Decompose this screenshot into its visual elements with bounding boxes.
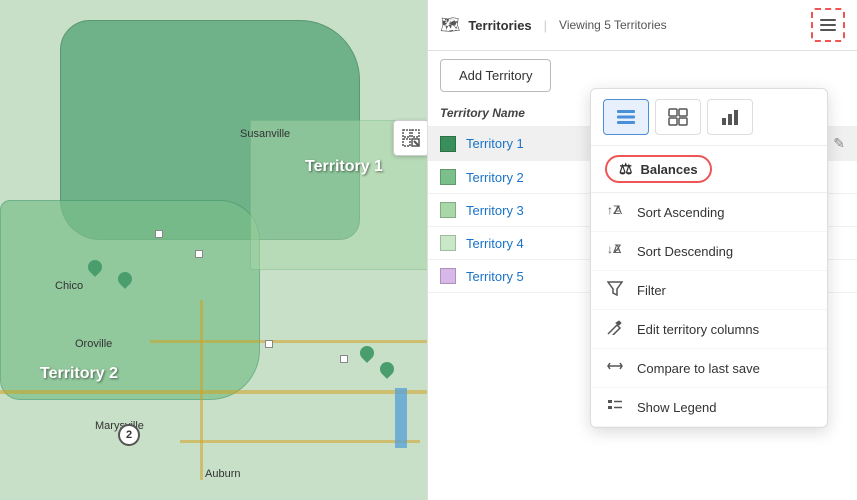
panel-tab-territories[interactable]: Territories (468, 14, 531, 37)
balances-item[interactable]: ⚖ Balances (591, 146, 827, 193)
map-pin-4 (377, 359, 397, 379)
edit-icon-1[interactable]: ✎ (833, 135, 845, 152)
balance-scale-icon: ⚖ (619, 160, 632, 178)
panel-header: 🗺 Territories | Viewing 5 Territories (428, 0, 857, 51)
filter-icon (605, 280, 625, 300)
hamburger-button[interactable] (811, 8, 845, 42)
sort-ascending-label: Sort Ascending (637, 205, 813, 220)
tab-divider: | (544, 18, 547, 33)
map-marker-4 (340, 355, 348, 363)
road-v1 (200, 300, 203, 480)
map-marker-3 (265, 340, 273, 348)
road-h3 (180, 440, 420, 443)
view-icons-row (591, 89, 827, 146)
map-marker-2 (195, 250, 203, 258)
balances-badge: ⚖ Balances (605, 155, 712, 183)
sort-asc-icon: ↑Z A (605, 202, 625, 222)
territory-color-5 (440, 268, 456, 284)
legend-label: Show Legend (637, 400, 813, 415)
territory-color-1 (440, 136, 456, 152)
svg-text:A: A (614, 203, 622, 217)
territory-region-2 (0, 200, 260, 400)
dropdown-menu: ⚖ Balances ↑Z A Sort Ascending ↓A Z Sort… (590, 88, 828, 428)
territory-color-3 (440, 202, 456, 218)
grid-view-button[interactable] (655, 99, 701, 135)
sort-ascending-item[interactable]: ↑Z A Sort Ascending (591, 193, 827, 232)
territories-icon: 🗺 (440, 15, 460, 35)
legend-icon (605, 397, 625, 417)
hamburger-icon (820, 19, 836, 31)
hamburger-line-1 (820, 19, 836, 21)
hamburger-line-2 (820, 24, 836, 26)
map-marker-1 (155, 230, 163, 238)
filter-label: Filter (637, 283, 813, 298)
sort-descending-item[interactable]: ↓A Z Sort Descending (591, 232, 827, 271)
panel-viewing-count: Viewing 5 Territories (559, 18, 803, 32)
edit-columns-label: Edit territory columns (637, 322, 813, 337)
balances-label: Balances (640, 162, 697, 177)
filter-item[interactable]: Filter (591, 271, 827, 310)
compare-label: Compare to last save (637, 361, 813, 376)
road-h2 (150, 340, 430, 343)
map-pin-3 (357, 343, 377, 363)
compare-item[interactable]: Compare to last save (591, 349, 827, 388)
hamburger-line-3 (820, 29, 836, 31)
sort-descending-label: Sort Descending (637, 244, 813, 259)
svg-text:Z: Z (614, 242, 621, 256)
road-h1 (0, 390, 430, 394)
territory-color-2 (440, 169, 456, 185)
sort-desc-icon: ↓A Z (605, 241, 625, 261)
edit-columns-item[interactable]: Edit territory columns (591, 310, 827, 349)
map-select-tool[interactable] (393, 120, 429, 156)
legend-item[interactable]: Show Legend (591, 388, 827, 427)
add-territory-button[interactable]: Add Territory (440, 59, 551, 92)
territory-color-4 (440, 235, 456, 251)
town-label-auburn: Auburn (205, 468, 240, 480)
edit-columns-icon (605, 319, 625, 339)
highway-strip (395, 388, 407, 448)
territory-badge: 2 (118, 424, 140, 446)
list-view-button[interactable] (603, 99, 649, 135)
compare-icon (605, 358, 625, 378)
chart-view-button[interactable] (707, 99, 753, 135)
